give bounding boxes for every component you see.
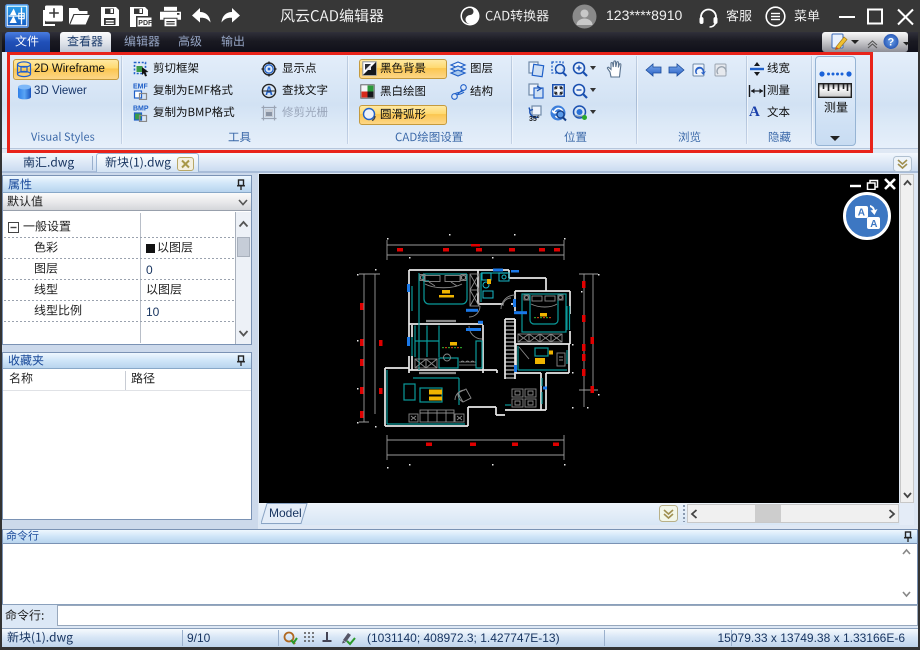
svg-text:PDF: PDF — [138, 20, 152, 27]
svg-text:?: ? — [888, 37, 895, 49]
